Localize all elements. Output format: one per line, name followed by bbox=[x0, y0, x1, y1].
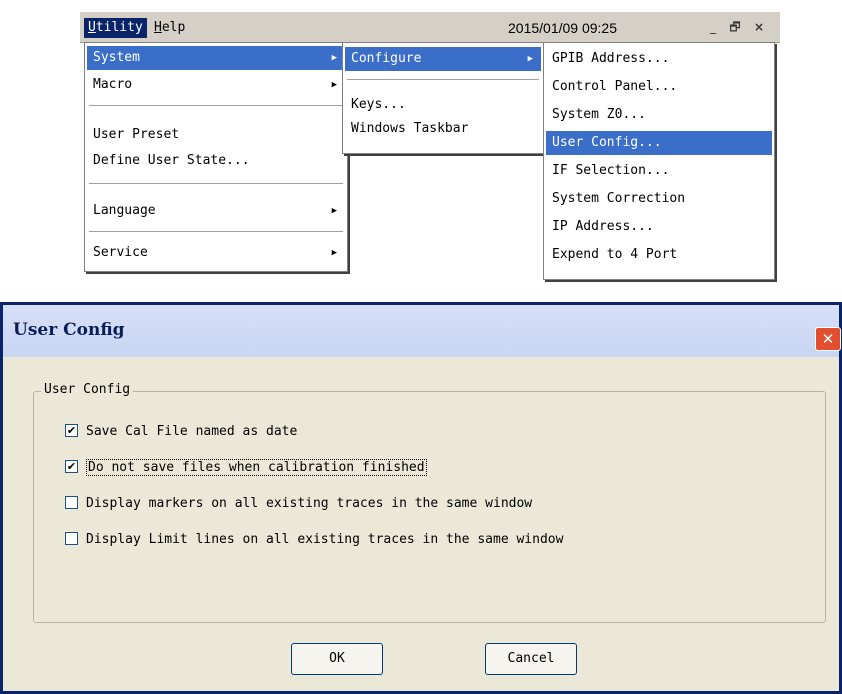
menu-item-label: User Config... bbox=[552, 135, 662, 150]
menu-bar: Utility Help 2015/01/09 09:25 _ 🗗 × bbox=[80, 12, 780, 43]
menu-item-expend-4-port[interactable]: Expend to 4 Port bbox=[546, 243, 772, 267]
menu-item-label: System bbox=[93, 50, 140, 65]
menu-item-label: User Preset bbox=[93, 127, 180, 142]
menu-item-if-selection[interactable]: IF Selection... bbox=[546, 159, 772, 183]
menu-item-define-user-state[interactable]: Define User State... bbox=[87, 149, 345, 173]
menu-item-label: System Correction bbox=[552, 191, 686, 206]
submenu-arrow-icon: ▶ bbox=[331, 80, 337, 90]
menu-item-windows-taskbar[interactable]: Windows Taskbar bbox=[345, 117, 541, 141]
checkbox-checked-icon[interactable]: ✔ bbox=[65, 460, 78, 473]
checkbox-checked-icon[interactable]: ✔ bbox=[65, 424, 78, 437]
menu-item-system[interactable]: System ▶ bbox=[87, 46, 345, 70]
menu-item-ip-address[interactable]: IP Address... bbox=[546, 215, 772, 239]
cancel-button[interactable]: Cancel bbox=[485, 643, 577, 675]
menu-item-label: Expend to 4 Port bbox=[552, 247, 678, 262]
menu-item-user-preset[interactable]: User Preset bbox=[87, 123, 345, 147]
ok-button[interactable]: OK bbox=[291, 643, 383, 675]
menu-item-gpib-address[interactable]: GPIB Address... bbox=[546, 47, 772, 71]
minimize-icon[interactable]: _ bbox=[704, 19, 722, 36]
menu-item-language[interactable]: Language ▶ bbox=[87, 199, 345, 223]
dialog-title: User Config bbox=[13, 320, 125, 340]
option-label: Display Limit lines on all existing trac… bbox=[86, 532, 564, 547]
option-label: Do not save files when calibration finis… bbox=[86, 459, 427, 476]
option-save-cal-date[interactable]: ✔ Save Cal File named as date bbox=[65, 423, 297, 443]
option-display-markers[interactable]: Display markers on all existing traces i… bbox=[65, 495, 532, 515]
menu-item-label: Service bbox=[93, 245, 148, 260]
menu-item-service[interactable]: Service ▶ bbox=[87, 241, 345, 265]
clock-datetime: 2015/01/09 09:25 bbox=[508, 20, 617, 36]
menu-help-rest: elp bbox=[161, 20, 186, 35]
dialog-close-button[interactable]: ✕ bbox=[815, 327, 841, 351]
menu-utility-rest: tility bbox=[95, 20, 143, 35]
menu-item-label: Windows Taskbar bbox=[351, 121, 469, 136]
menu-item-control-panel[interactable]: Control Panel... bbox=[546, 75, 772, 99]
checkbox-unchecked-icon[interactable] bbox=[65, 496, 78, 509]
menu-separator bbox=[89, 231, 343, 233]
menu-item-keys[interactable]: Keys... bbox=[345, 93, 541, 117]
option-label: Display markers on all existing traces i… bbox=[86, 496, 533, 511]
menu-item-configure[interactable]: Configure ▶ bbox=[345, 47, 541, 71]
menu-item-label: System Z0... bbox=[552, 107, 646, 122]
submenu-arrow-icon: ▶ bbox=[331, 53, 337, 63]
menu-item-macro[interactable]: Macro ▶ bbox=[87, 73, 345, 97]
option-no-save-after-cal[interactable]: ✔ Do not save files when calibration fini… bbox=[65, 459, 427, 479]
menu-item-label: Configure bbox=[351, 51, 422, 66]
option-label: Save Cal File named as date bbox=[86, 424, 298, 439]
menu-item-label: Language bbox=[93, 203, 156, 218]
configure-submenu: GPIB Address... Control Panel... System … bbox=[543, 42, 775, 280]
menu-item-label: Control Panel... bbox=[552, 79, 678, 94]
menu-item-label: IP Address... bbox=[552, 219, 654, 234]
menu-item-label: Macro bbox=[93, 77, 133, 92]
menu-item-user-config[interactable]: User Config... bbox=[546, 131, 772, 155]
groupbox-label: User Config bbox=[41, 382, 134, 397]
menu-item-label: Keys... bbox=[351, 97, 406, 112]
user-config-dialog: User Config ✕ User Config ✔ Save Cal File… bbox=[0, 302, 842, 694]
submenu-arrow-icon: ▶ bbox=[527, 54, 533, 64]
dialog-title-bar[interactable]: User Config ✕ bbox=[3, 305, 841, 357]
menu-item-label: Define User State... bbox=[93, 153, 250, 168]
restore-icon[interactable]: 🗗 bbox=[726, 19, 744, 36]
menu-separator bbox=[89, 105, 343, 107]
system-submenu: Configure ▶ Keys... Windows Taskbar bbox=[342, 42, 544, 154]
menu-item-label: IF Selection... bbox=[552, 163, 670, 178]
menu-screenshot: Utility Help 2015/01/09 09:25 _ 🗗 × Syst… bbox=[80, 12, 780, 282]
submenu-arrow-icon: ▶ bbox=[331, 248, 337, 258]
submenu-arrow-icon: ▶ bbox=[331, 206, 337, 216]
menu-item-system-correction[interactable]: System Correction bbox=[546, 187, 772, 211]
menu-help[interactable]: Help bbox=[150, 18, 189, 38]
menu-separator bbox=[89, 183, 343, 185]
option-display-limit-lines[interactable]: Display Limit lines on all existing trac… bbox=[65, 531, 563, 551]
close-icon[interactable]: × bbox=[750, 19, 768, 36]
menu-item-label: GPIB Address... bbox=[552, 51, 670, 66]
checkbox-unchecked-icon[interactable] bbox=[65, 532, 78, 545]
utility-menu: System ▶ Macro ▶ User Preset Define User… bbox=[84, 42, 348, 272]
menu-utility[interactable]: Utility bbox=[84, 18, 147, 38]
menu-item-system-z0[interactable]: System Z0... bbox=[546, 103, 772, 127]
menu-separator bbox=[347, 79, 539, 81]
